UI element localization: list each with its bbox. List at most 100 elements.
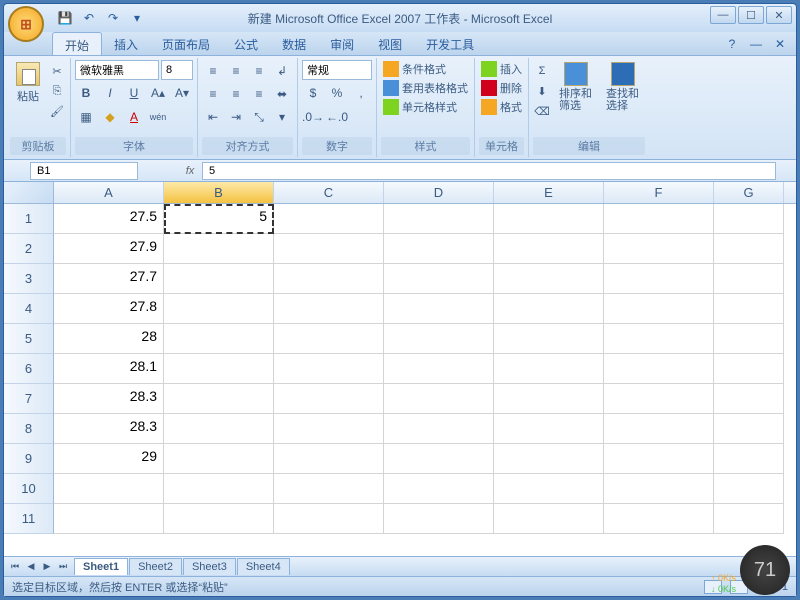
tab-dev[interactable]: 开发工具 bbox=[414, 32, 486, 55]
col-header-C[interactable]: C bbox=[274, 182, 384, 203]
row-header-5[interactable]: 5 bbox=[4, 324, 54, 354]
sort-filter-button[interactable]: 排序和 筛选 bbox=[553, 60, 598, 114]
row-header-7[interactable]: 7 bbox=[4, 384, 54, 414]
sheet-tab-sheet1[interactable]: Sheet1 bbox=[74, 558, 128, 575]
cell-C6[interactable] bbox=[274, 354, 384, 384]
cell-F3[interactable] bbox=[604, 264, 714, 294]
cond-format-button[interactable]: 条件格式 bbox=[381, 60, 470, 78]
cell-D6[interactable] bbox=[384, 354, 494, 384]
cell-G1[interactable] bbox=[714, 204, 784, 234]
cell-F8[interactable] bbox=[604, 414, 714, 444]
cell-G8[interactable] bbox=[714, 414, 784, 444]
bold-button[interactable]: B bbox=[75, 82, 97, 104]
close-doc-button[interactable]: ✕ bbox=[772, 36, 788, 52]
qat-dropdown[interactable]: ▾ bbox=[128, 9, 146, 27]
italic-button[interactable]: I bbox=[99, 82, 121, 104]
cell-C11[interactable] bbox=[274, 504, 384, 534]
fill-color-button[interactable]: ◆ bbox=[99, 106, 121, 128]
cell-F11[interactable] bbox=[604, 504, 714, 534]
cell-F4[interactable] bbox=[604, 294, 714, 324]
fill-button[interactable]: ⬇ bbox=[533, 82, 551, 100]
cell-B11[interactable] bbox=[164, 504, 274, 534]
cell-E7[interactable] bbox=[494, 384, 604, 414]
sheet-tab-sheet2[interactable]: Sheet2 bbox=[129, 558, 182, 575]
row-header-9[interactable]: 9 bbox=[4, 444, 54, 474]
tab-home[interactable]: 开始 bbox=[52, 32, 102, 55]
cell-D1[interactable] bbox=[384, 204, 494, 234]
row-header-4[interactable]: 4 bbox=[4, 294, 54, 324]
find-select-button[interactable]: 查找和 选择 bbox=[600, 60, 645, 114]
cell-B10[interactable] bbox=[164, 474, 274, 504]
indent-inc-button[interactable]: ⇥ bbox=[225, 106, 247, 128]
col-header-D[interactable]: D bbox=[384, 182, 494, 203]
cell-G2[interactable] bbox=[714, 234, 784, 264]
format-painter-button[interactable]: 🖌 bbox=[48, 102, 66, 120]
cell-E3[interactable] bbox=[494, 264, 604, 294]
cell-C2[interactable] bbox=[274, 234, 384, 264]
undo-button[interactable]: ↶ bbox=[80, 9, 98, 27]
cell-C1[interactable] bbox=[274, 204, 384, 234]
cell-A4[interactable]: 27.8 bbox=[54, 294, 164, 324]
cell-C7[interactable] bbox=[274, 384, 384, 414]
cell-B6[interactable] bbox=[164, 354, 274, 384]
col-header-G[interactable]: G bbox=[714, 182, 784, 203]
merge-dropdown[interactable]: ▾ bbox=[271, 106, 293, 128]
tab-insert[interactable]: 插入 bbox=[102, 32, 150, 55]
phonetic-button[interactable]: wén bbox=[147, 106, 169, 128]
copy-button[interactable]: ⎘ bbox=[48, 82, 66, 100]
align-right-button[interactable]: ≡ bbox=[248, 83, 270, 105]
cell-D3[interactable] bbox=[384, 264, 494, 294]
cell-E11[interactable] bbox=[494, 504, 604, 534]
align-mid-button[interactable]: ≡ bbox=[225, 60, 247, 82]
font-name-combo[interactable] bbox=[75, 60, 159, 80]
format-cells-button[interactable]: 格式 bbox=[479, 98, 524, 116]
row-header-6[interactable]: 6 bbox=[4, 354, 54, 384]
cell-G11[interactable] bbox=[714, 504, 784, 534]
clear-button[interactable]: ⌫ bbox=[533, 102, 551, 120]
font-size-combo[interactable] bbox=[161, 60, 193, 80]
cut-button[interactable]: ✂ bbox=[48, 62, 66, 80]
cell-A3[interactable]: 27.7 bbox=[54, 264, 164, 294]
name-box[interactable] bbox=[30, 162, 138, 180]
cell-F10[interactable] bbox=[604, 474, 714, 504]
minimize-button[interactable]: — bbox=[710, 6, 736, 24]
table-format-button[interactable]: 套用表格格式 bbox=[381, 79, 470, 97]
formula-bar[interactable] bbox=[202, 162, 776, 180]
cell-A11[interactable] bbox=[54, 504, 164, 534]
help-button[interactable]: ? bbox=[724, 36, 740, 52]
row-header-1[interactable]: 1 bbox=[4, 204, 54, 234]
sheet-tab-sheet4[interactable]: Sheet4 bbox=[237, 558, 290, 575]
cell-B9[interactable] bbox=[164, 444, 274, 474]
cell-F9[interactable] bbox=[604, 444, 714, 474]
next-sheet-button[interactable]: ▶ bbox=[40, 560, 54, 574]
cell-F7[interactable] bbox=[604, 384, 714, 414]
cell-E10[interactable] bbox=[494, 474, 604, 504]
grid-body[interactable]: 127.55227.9327.7427.8528628.1728.3828.39… bbox=[4, 204, 796, 556]
save-button[interactable]: 💾 bbox=[56, 9, 74, 27]
orientation-button[interactable]: ⤡ bbox=[248, 106, 270, 128]
minimize-ribbon-button[interactable]: — bbox=[748, 36, 764, 52]
cell-A1[interactable]: 27.5 bbox=[54, 204, 164, 234]
cell-A10[interactable] bbox=[54, 474, 164, 504]
tab-view[interactable]: 视图 bbox=[366, 32, 414, 55]
cell-C9[interactable] bbox=[274, 444, 384, 474]
prev-sheet-button[interactable]: ◀ bbox=[24, 560, 38, 574]
cell-A2[interactable]: 27.9 bbox=[54, 234, 164, 264]
shrink-font-button[interactable]: A▾ bbox=[171, 82, 193, 104]
delete-cells-button[interactable]: 删除 bbox=[479, 79, 524, 97]
border-button[interactable]: ▦ bbox=[75, 106, 97, 128]
align-left-button[interactable]: ≡ bbox=[202, 83, 224, 105]
cell-E1[interactable] bbox=[494, 204, 604, 234]
cell-C10[interactable] bbox=[274, 474, 384, 504]
cell-D2[interactable] bbox=[384, 234, 494, 264]
align-top-button[interactable]: ≡ bbox=[202, 60, 224, 82]
cell-E5[interactable] bbox=[494, 324, 604, 354]
col-header-E[interactable]: E bbox=[494, 182, 604, 203]
sheet-tab-sheet3[interactable]: Sheet3 bbox=[183, 558, 236, 575]
cell-C8[interactable] bbox=[274, 414, 384, 444]
fx-icon[interactable]: fx bbox=[178, 165, 202, 177]
cell-B8[interactable] bbox=[164, 414, 274, 444]
cell-E2[interactable] bbox=[494, 234, 604, 264]
cell-A8[interactable]: 28.3 bbox=[54, 414, 164, 444]
cell-B5[interactable] bbox=[164, 324, 274, 354]
